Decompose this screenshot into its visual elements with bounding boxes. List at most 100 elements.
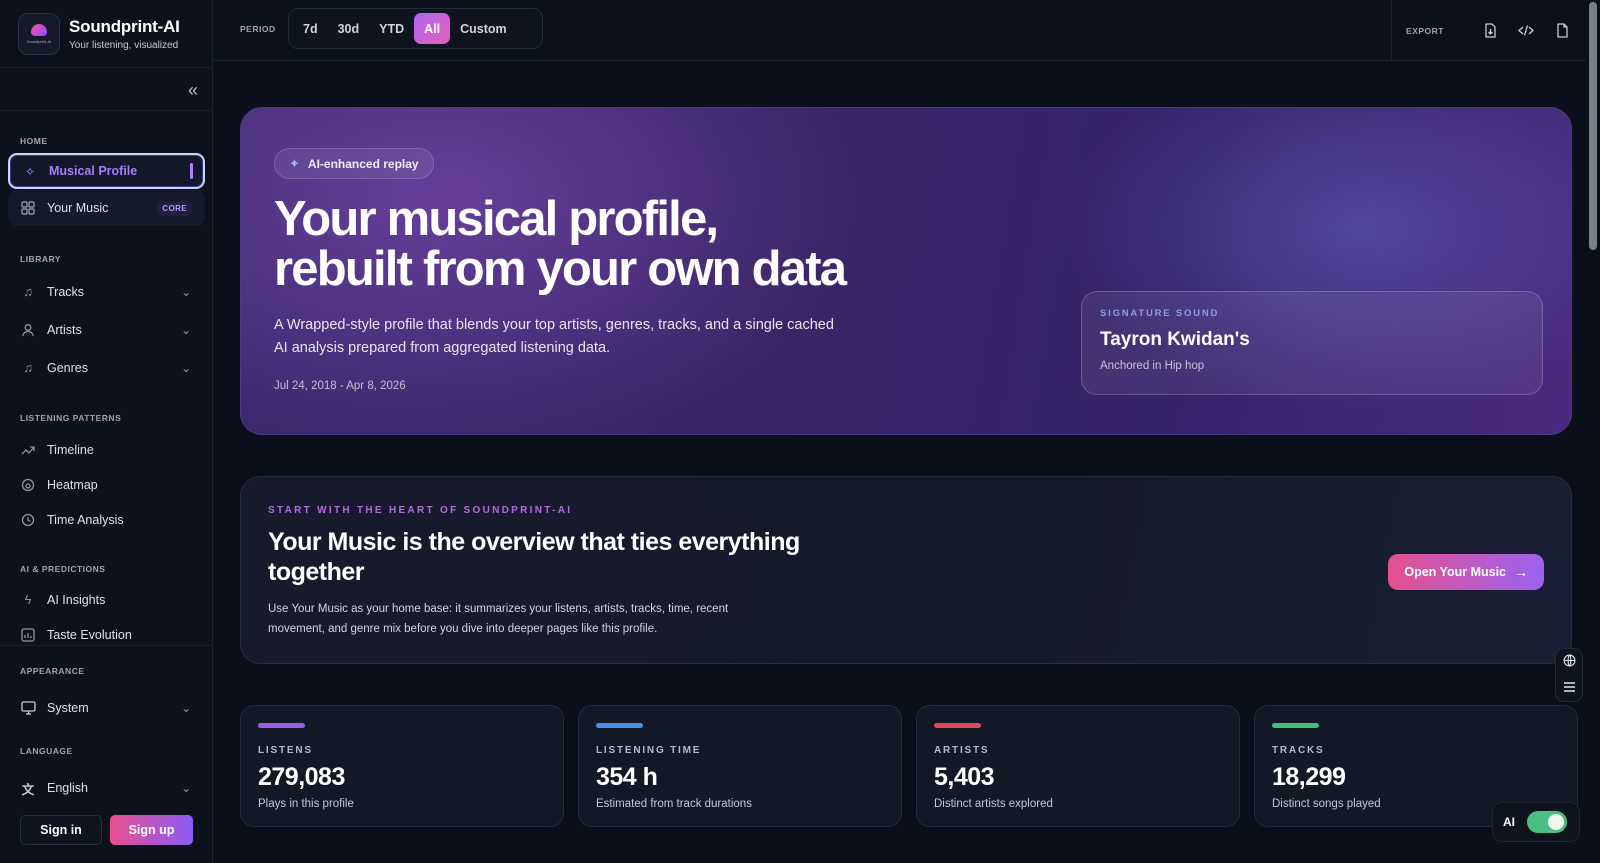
- logo-mark-icon: [31, 23, 47, 36]
- ai-enhanced-badge: ✦ AI-enhanced replay: [274, 148, 434, 179]
- period-selector: 7d 30d YTD All Custom: [288, 8, 543, 49]
- collapse-sidebar-icon[interactable]: «: [188, 80, 198, 101]
- stat-value: 5,403: [934, 763, 995, 791]
- signature-label: SIGNATURE SOUND: [1100, 308, 1220, 319]
- sidebar-item-ai-insights[interactable]: ϟ AI Insights: [8, 582, 205, 618]
- stats-row: LISTENS 279,083 Plays in this profile LI…: [240, 705, 1578, 827]
- chevron-down-icon: ⌄: [180, 701, 191, 715]
- stat-accent-bar: [1272, 723, 1319, 728]
- sidebar-item-label: Your Music: [47, 201, 109, 215]
- music-note-icon: ♫: [23, 285, 33, 299]
- stat-value: 354 h: [596, 763, 658, 791]
- stat-label: ARTISTS: [934, 745, 990, 756]
- hero-card: ✦ AI-enhanced replay Your musical profil…: [240, 107, 1572, 435]
- sidebar-item-label: AI Insights: [47, 593, 106, 607]
- sidebar-item-tracks[interactable]: ♫ Tracks ⌄: [8, 274, 205, 310]
- lightning-icon: ϟ: [24, 593, 32, 607]
- chevron-down-icon: ⌄: [180, 361, 191, 375]
- sidebar-item-label: Tracks: [47, 285, 85, 299]
- badge-text: AI-enhanced replay: [307, 156, 419, 171]
- switch-knob: [1548, 814, 1564, 830]
- language-select[interactable]: 文 English ⌄: [8, 770, 205, 806]
- brand-tagline: Your listening, visualized: [69, 39, 179, 51]
- music-note-icon: ♫: [23, 361, 33, 375]
- stat-accent-bar: [934, 723, 981, 728]
- hero-title: Your musical profile, rebuilt from your …: [274, 194, 974, 294]
- globe-icon[interactable]: [1563, 654, 1576, 670]
- topbar: PERIOD 7d 30d YTD All Custom EXPORT: [213, 0, 1600, 61]
- export-document-icon[interactable]: [1554, 23, 1570, 39]
- sidebar: Soundprint-AI Soundprint-AI Your listeni…: [0, 0, 213, 863]
- stat-subtitle: Estimated from track durations: [596, 798, 752, 810]
- chevron-down-icon: ⌄: [180, 781, 191, 795]
- stat-card-artists: ARTISTS 5,403 Distinct artists explored: [916, 705, 1240, 827]
- section-listening-patterns: LISTENING PATTERNS: [20, 413, 122, 423]
- sign-in-button[interactable]: Sign in: [20, 815, 102, 845]
- export-file-icon[interactable]: [1482, 23, 1498, 39]
- stat-accent-bar: [596, 723, 643, 728]
- period-7d-button[interactable]: 7d: [293, 13, 328, 44]
- stat-card-listens: LISTENS 279,083 Plays in this profile: [240, 705, 564, 827]
- your-music-promo-card: START WITH THE HEART OF SOUNDPRINT-AI Yo…: [240, 476, 1572, 664]
- stat-label: TRACKS: [1272, 745, 1325, 756]
- chevron-down-icon: ⌄: [180, 323, 191, 337]
- button-label: Open Your Music: [1404, 565, 1506, 579]
- sidebar-item-label: Time Analysis: [47, 513, 124, 527]
- ai-toggle[interactable]: AI: [1492, 802, 1580, 842]
- stat-value: 18,299: [1272, 763, 1346, 791]
- signature-title: Tayron Kwidan's: [1100, 329, 1250, 350]
- promo-title: Your Music is the overview that ties eve…: [268, 528, 800, 586]
- sidebar-item-taste-evolution[interactable]: Taste Evolution: [8, 617, 205, 653]
- period-custom-button[interactable]: Custom: [450, 13, 517, 44]
- hero-title-line-1: Your musical profile,: [274, 192, 719, 246]
- app-root: Soundprint-AI Soundprint-AI Your listeni…: [0, 0, 1600, 863]
- period-30d-button[interactable]: 30d: [328, 13, 370, 44]
- user-icon: [20, 322, 36, 338]
- stat-card-listening-time: LISTENING TIME 354 h Estimated from trac…: [578, 705, 902, 827]
- open-your-music-button[interactable]: Open Your Music →: [1388, 554, 1544, 590]
- flame-icon: [20, 477, 36, 493]
- sidebar-item-genres[interactable]: ♫ Genres ⌄: [8, 350, 205, 386]
- sidebar-item-time-analysis[interactable]: Time Analysis: [8, 502, 205, 538]
- sidebar-item-timeline[interactable]: Timeline: [8, 432, 205, 468]
- sidebar-divider: [0, 110, 212, 111]
- brand[interactable]: Soundprint-AI Soundprint-AI Your listeni…: [0, 0, 212, 68]
- stat-label: LISTENS: [258, 745, 313, 756]
- stat-subtitle: Distinct songs played: [1272, 798, 1381, 810]
- promo-description: Use Your Music as your home base: it sum…: [268, 603, 729, 635]
- ai-toggle-switch[interactable]: [1527, 811, 1567, 833]
- sidebar-item-label: Artists: [47, 323, 82, 337]
- trending-up-icon: [20, 442, 36, 458]
- sidebar-item-musical-profile[interactable]: ✧ Musical Profile: [8, 153, 205, 189]
- main-content: PERIOD 7d 30d YTD All Custom EXPORT ✦ AI…: [213, 0, 1600, 863]
- sidebar-item-label: Heatmap: [47, 478, 98, 492]
- page-scrollbar[interactable]: [1586, 0, 1600, 863]
- theme-select[interactable]: System ⌄: [8, 690, 205, 726]
- section-home: HOME: [20, 136, 48, 146]
- hero-title-line-2: rebuilt from your own data: [274, 242, 847, 296]
- section-library: LIBRARY: [20, 254, 61, 264]
- sidebar-item-label: Timeline: [47, 443, 94, 457]
- period-ytd-button[interactable]: YTD: [369, 13, 414, 44]
- period-all-button[interactable]: All: [414, 13, 451, 44]
- export-code-icon[interactable]: [1518, 23, 1534, 39]
- scrollbar-thumb[interactable]: [1589, 2, 1597, 250]
- sidebar-item-label: Taste Evolution: [47, 628, 132, 642]
- stat-subtitle: Distinct artists explored: [934, 798, 1053, 810]
- sidebar-item-label: Musical Profile: [49, 164, 138, 178]
- core-badge: CORE: [156, 200, 193, 216]
- period-label: PERIOD: [240, 24, 276, 34]
- sign-up-button[interactable]: Sign up: [110, 815, 193, 845]
- sidebar-item-artists[interactable]: Artists ⌄: [8, 312, 205, 348]
- export-label: EXPORT: [1406, 25, 1444, 36]
- menu-list-icon[interactable]: [1563, 681, 1576, 696]
- date-range: Jul 24, 2018 - Apr 8, 2026: [274, 380, 406, 392]
- sidebar-item-heatmap[interactable]: Heatmap: [8, 467, 205, 503]
- translate-icon: 文: [21, 782, 35, 797]
- sidebar-item-your-music[interactable]: Your Music CORE: [8, 190, 205, 226]
- bar-chart-icon: [20, 627, 36, 643]
- ai-toggle-label: AI: [1503, 815, 1515, 829]
- section-appearance: APPEARANCE: [20, 666, 85, 676]
- stat-subtitle: Plays in this profile: [258, 798, 354, 810]
- brand-logo: Soundprint-AI: [18, 12, 60, 55]
